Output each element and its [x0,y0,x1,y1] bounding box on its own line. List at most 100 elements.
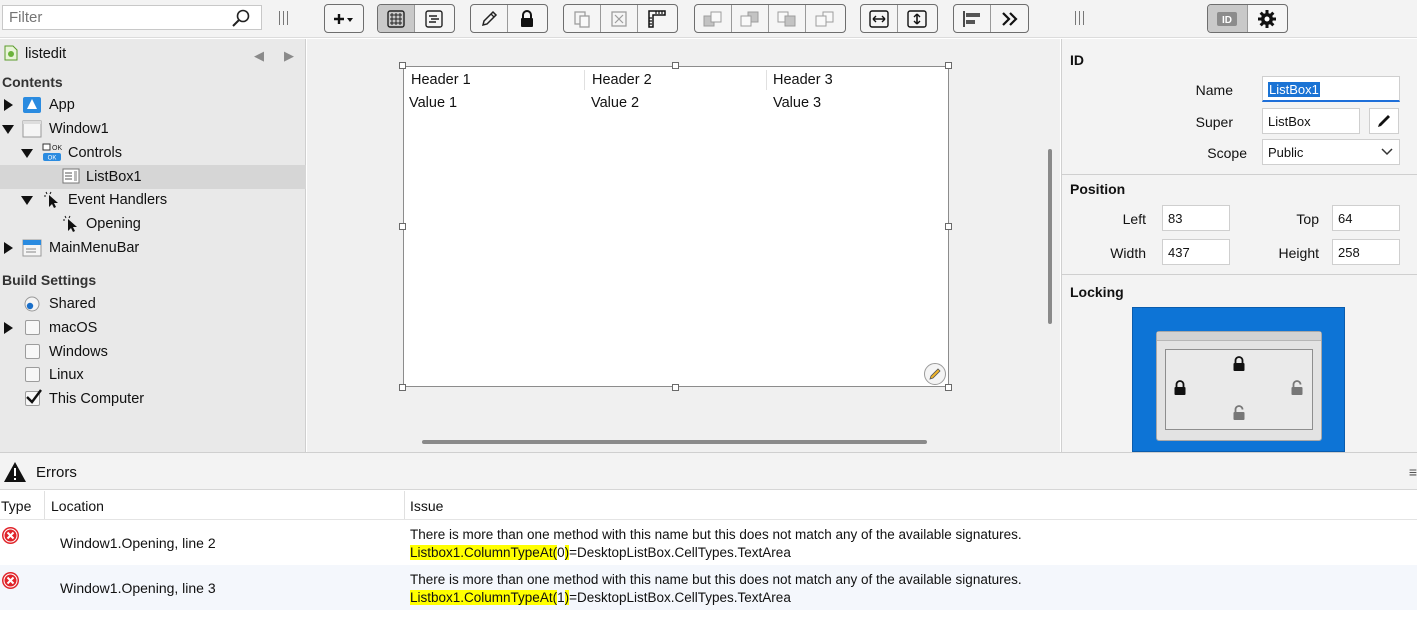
column-separator[interactable] [404,491,405,519]
chevron-down-icon [1381,148,1393,156]
fit-height-button[interactable] [898,5,935,32]
unlock-right-icon[interactable] [1290,380,1304,396]
forward-arrow-icon[interactable]: ▶ [284,48,294,64]
horizontal-scrollbar[interactable] [422,440,927,444]
build-item-linux[interactable]: Linux [0,363,306,387]
arrange-group [563,4,678,33]
splitter-grip-icon[interactable] [279,11,289,25]
copy-button[interactable] [564,5,601,32]
column-header-location[interactable]: Location [51,498,104,514]
inspector-id-button[interactable]: ID [1208,5,1248,32]
build-item-this-computer[interactable]: This Computer [0,387,306,411]
pencil-button[interactable] [471,5,508,32]
expand-triangle-icon[interactable] [4,322,13,334]
back-arrow-icon[interactable]: ◀ [254,48,264,64]
nav-item-label: ListBox1 [86,169,142,185]
nav-item-window1[interactable]: Window1 [0,117,306,141]
layout-canvas[interactable]: Header 1 Header 2 Header 3 Value 1 Value… [307,39,1060,452]
column-header-issue[interactable]: Issue [410,498,443,514]
height-field[interactable]: 258 [1332,239,1400,265]
nav-item-mainmenubar[interactable]: MainMenuBar [0,236,306,260]
layout-editor-button[interactable] [378,5,415,32]
inspector-panel: ID Name ListBox1 Super ListBox Scope Pub… [1061,39,1417,452]
search-icon[interactable] [231,9,251,30]
expand-triangle-icon[interactable] [4,99,13,111]
resize-handle[interactable] [672,62,679,69]
height-value: 258 [1338,245,1360,260]
resize-handle[interactable] [945,384,952,391]
collapse-triangle-icon[interactable] [21,196,33,205]
bring-forward-button[interactable] [732,5,769,32]
listbox-cell[interactable]: Value 3 [773,95,821,111]
build-item-windows[interactable]: Windows [0,340,306,364]
scope-dropdown[interactable]: Public [1262,139,1400,165]
top-field[interactable]: 64 [1332,205,1400,231]
listbox-header-1[interactable]: Header 1 [411,72,471,88]
code-editor-button[interactable] [415,5,452,32]
collapse-triangle-icon[interactable] [21,149,33,158]
errors-menu-icon[interactable]: ≡ [1409,464,1417,480]
gear-icon[interactable] [1248,5,1288,32]
listbox-cell[interactable]: Value 2 [591,95,639,111]
vertical-scrollbar[interactable] [1048,149,1052,324]
resize-handle[interactable] [672,384,679,391]
add-item-button[interactable] [325,5,362,32]
nav-item-listbox1[interactable]: ListBox1 [0,165,306,189]
nav-item-event-handlers[interactable]: Event Handlers [0,188,306,212]
resize-handle[interactable] [399,223,406,230]
listbox-cell[interactable]: Value 1 [409,95,457,111]
checkmark-icon [26,389,42,404]
nav-item-app[interactable]: App [0,93,306,117]
resize-handle[interactable] [945,223,952,230]
splitter-grip-icon[interactable] [1075,11,1085,25]
column-header-type[interactable]: Type [1,498,31,514]
build-item-macos[interactable]: macOS [0,316,306,340]
checkbox-checked[interactable] [25,389,42,406]
send-backward-button[interactable] [769,5,806,32]
warning-icon [4,462,26,482]
width-field[interactable]: 437 [1162,239,1230,265]
listbox-header-2[interactable]: Header 2 [592,72,652,88]
super-field[interactable]: ListBox [1262,108,1360,134]
app-icon [22,96,42,118]
align-button[interactable] [954,5,991,32]
nav-item-controls[interactable]: OK OK Controls [0,141,306,165]
filter-field[interactable] [2,5,262,30]
lock-top-icon[interactable] [1232,356,1246,372]
column-separator[interactable] [44,491,45,519]
lock-button[interactable] [508,5,545,32]
lock-left-icon[interactable] [1173,380,1187,396]
errors-panel: Errors ≡ Type Location Issue Window1.Ope… [0,452,1417,631]
build-item-shared[interactable]: Shared [0,292,306,316]
nav-item-label: App [49,97,75,113]
edit-super-button[interactable] [1369,108,1399,134]
ruler-button[interactable] [638,5,675,32]
resize-handle[interactable] [945,62,952,69]
bring-front-button[interactable] [695,5,732,32]
listbox-header-3[interactable]: Header 3 [773,72,833,88]
error-row[interactable]: Window1.Opening, line 2 There is more th… [0,520,1417,565]
error-row[interactable]: Window1.Opening, line 3 There is more th… [0,565,1417,610]
order-button[interactable] [601,5,638,32]
filter-input[interactable] [3,6,223,29]
resize-handle[interactable] [399,62,406,69]
collapse-triangle-icon[interactable] [2,125,14,134]
listbox-control[interactable]: Header 1 Header 2 Header 3 Value 1 Value… [403,66,949,387]
checkbox[interactable] [25,344,40,359]
send-back-button[interactable] [806,5,843,32]
fit-width-button[interactable] [861,5,898,32]
unlock-bottom-icon[interactable] [1232,405,1246,421]
build-item-label: Shared [49,296,96,312]
project-row[interactable]: listedit ◀ ▶ [0,42,306,66]
left-field[interactable]: 83 [1162,205,1230,231]
radio-selected-icon[interactable] [24,296,40,316]
checkbox[interactable] [25,320,40,335]
nav-item-opening[interactable]: Opening [0,212,306,236]
edit-pencil-icon[interactable] [924,363,946,385]
expand-triangle-icon[interactable] [4,242,13,254]
more-tools-chevron-icon[interactable] [991,5,1028,32]
name-field[interactable]: ListBox1 [1262,76,1400,102]
align-group [953,4,1029,33]
resize-handle[interactable] [399,384,406,391]
checkbox[interactable] [25,367,40,382]
